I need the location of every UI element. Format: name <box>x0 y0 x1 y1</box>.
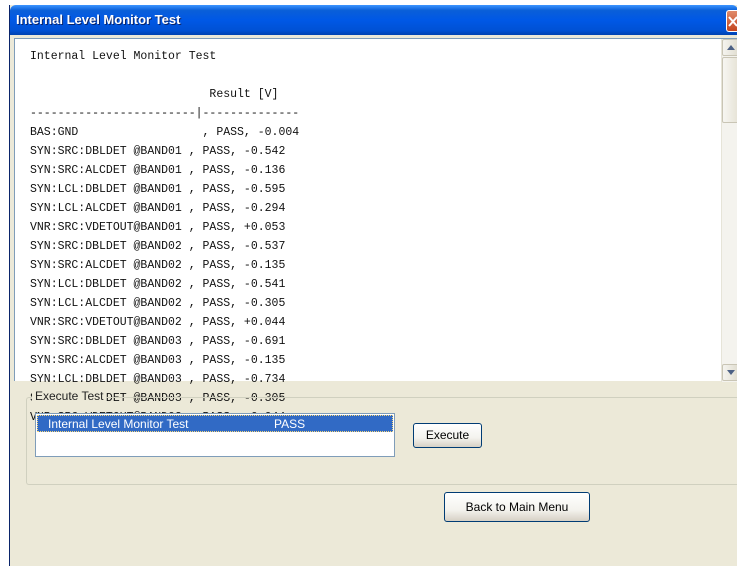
log-text: Internal Level Monitor Test Result [V] --… <box>30 47 710 427</box>
execute-button[interactable]: Execute <box>413 423 482 448</box>
back-to-main-menu-button[interactable]: Back to Main Menu <box>444 492 590 522</box>
log-line: SYN:LCL:ALCDET @BAND02 , PASS, -0.305 <box>30 297 286 310</box>
test-listbox[interactable]: Internal Level Monitor Test PASS <box>35 413 395 457</box>
title-bar[interactable]: Internal Level Monitor Test <box>10 5 737 35</box>
log-line: SYN:SRC:ALCDET @BAND01 , PASS, -0.136 <box>30 164 286 177</box>
log-line: SYN:SRC:DBLDET @BAND01 , PASS, -0.542 <box>30 145 286 158</box>
list-item-name: Internal Level Monitor Test <box>48 417 189 431</box>
log-line: Result [V] <box>30 88 279 101</box>
execute-test-legend: Execute Test <box>32 389 107 403</box>
log-line: SYN:SRC:DBLDET @BAND03 , PASS, -0.691 <box>30 335 286 348</box>
list-item-status: PASS <box>274 417 306 431</box>
list-item[interactable]: Internal Level Monitor Test PASS <box>37 415 393 432</box>
log-line: ------------------------|-------------- <box>30 107 300 120</box>
close-button[interactable] <box>726 10 737 32</box>
log-line: SYN:LCL:DBLDET @BAND02 , PASS, -0.541 <box>30 278 286 291</box>
log-line: VNR:SRC:VDETOUT@BAND02 , PASS, +0.044 <box>30 316 286 329</box>
scroll-down-button[interactable] <box>722 364 737 381</box>
close-icon <box>728 16 737 27</box>
scroll-thumb[interactable] <box>722 57 737 123</box>
scroll-up-arrow-icon <box>727 45 735 50</box>
scroll-up-button[interactable] <box>722 39 737 56</box>
log-line: SYN:SRC:ALCDET @BAND03 , PASS, -0.135 <box>30 354 286 367</box>
result-log[interactable]: Internal Level Monitor Test Result [V] --… <box>14 38 737 424</box>
vertical-scrollbar[interactable] <box>721 39 737 382</box>
log-line: VNR:SRC:VDETOUT@BAND01 , PASS, +0.053 <box>30 221 286 234</box>
log-line: SYN:SRC:ALCDET @BAND02 , PASS, -0.135 <box>30 259 286 272</box>
log-line: SYN:LCL:DBLDET @BAND01 , PASS, -0.595 <box>30 183 286 196</box>
log-line: BAS:GND , PASS, -0.004 <box>30 126 300 139</box>
log-line: SYN:LCL:DBLDET @BAND03 , PASS, -0.734 <box>30 373 286 386</box>
scroll-down-arrow-icon <box>727 370 735 375</box>
window-title: Internal Level Monitor Test <box>16 12 181 27</box>
log-line: Internal Level Monitor Test <box>30 50 217 63</box>
log-line: SYN:SRC:DBLDET @BAND02 , PASS, -0.537 <box>30 240 286 253</box>
log-line: SYN:LCL:ALCDET @BAND01 , PASS, -0.294 <box>30 202 286 215</box>
dialog-window: Internal Level Monitor Test Internal Lev… <box>9 5 737 566</box>
execute-test-group: Execute Test Internal Level Monitor Test… <box>26 389 737 485</box>
